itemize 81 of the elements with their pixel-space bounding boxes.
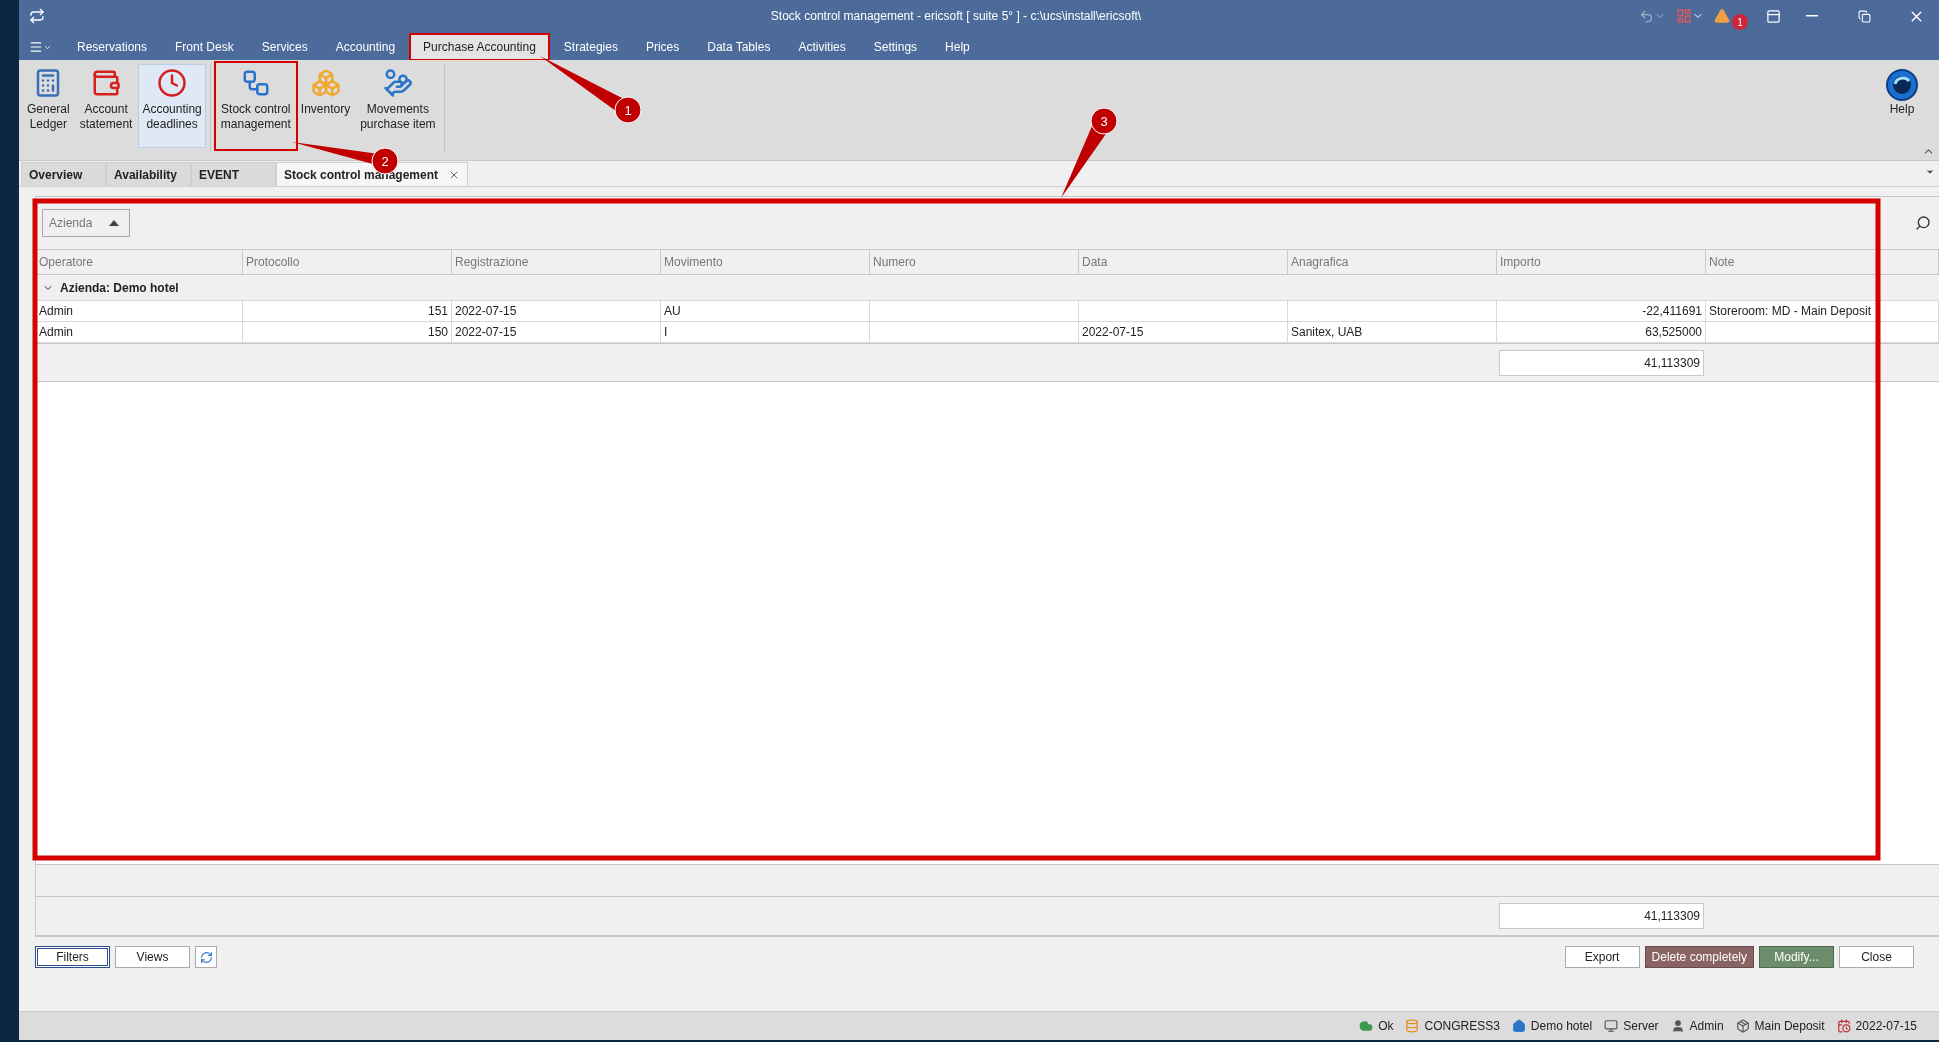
footer-button[interactable]: Delete completely (1644, 946, 1754, 968)
column-header[interactable]: Note (1706, 249, 1939, 275)
package-icon (1735, 1019, 1750, 1033)
footer-button[interactable]: Modify... (1759, 946, 1834, 968)
ribbon-button[interactable]: Stock control management (216, 64, 295, 148)
menu-tab[interactable]: Front Desk (162, 34, 247, 60)
table-cell: 63,525000 (1497, 322, 1706, 343)
menu-tab[interactable]: Accounting (322, 34, 409, 60)
ribbon-button[interactable]: Inventory (296, 64, 355, 148)
ribbon-button[interactable]: Accounting deadlines (138, 64, 206, 148)
notification-badge: 1 (1732, 14, 1748, 30)
restore-icon (1857, 9, 1871, 23)
refresh-button[interactable] (195, 946, 217, 968)
window-title: Stock control management - ericsoft [ suite 5° ] - c:\ucs\install\ericsoft\ (769, 9, 1143, 23)
column-header[interactable]: Operatore (36, 249, 243, 275)
table-cell: AU (661, 301, 870, 322)
table-cell: 2022-07-15 (452, 322, 661, 343)
menu-tab[interactable]: Settings (860, 34, 931, 60)
boxes-icon (310, 68, 341, 98)
footer-button[interactable]: Export (1564, 946, 1640, 968)
document-tab[interactable]: EVENT (191, 162, 276, 186)
table-cell: 150 (243, 322, 452, 343)
group-label: Azienda: Demo hotel (60, 280, 179, 295)
ribbon-button[interactable]: Movements purchase item (356, 64, 440, 148)
cloud-icon (1359, 1019, 1374, 1033)
status-text: Demo hotel (1530, 1019, 1593, 1033)
column-header[interactable]: Protocollo (243, 249, 452, 275)
warning-icon[interactable] (1712, 6, 1732, 26)
refresh-icon (199, 950, 213, 964)
footer-button[interactable]: Views (115, 946, 190, 968)
table-cell: Admin (36, 322, 243, 343)
app-logo-icon (29, 8, 45, 24)
menu-tab[interactable]: Data Tables (694, 34, 784, 60)
column-header[interactable]: Numero (870, 249, 1079, 275)
database-icon (1405, 1019, 1420, 1033)
table-cell: 151 (243, 301, 452, 322)
status-text: 2022-07-15 (1855, 1019, 1917, 1033)
sort-up-icon (109, 220, 119, 226)
menu-tab[interactable]: Reservations (64, 34, 161, 60)
tab-menu-icon[interactable] (1925, 167, 1935, 177)
help-globe-icon (1885, 68, 1919, 102)
footer-button[interactable]: Close (1839, 946, 1914, 968)
table-cell: Sanitex, UAB (1288, 322, 1497, 343)
group-by-chip[interactable]: Azienda (42, 209, 130, 237)
footer-button[interactable]: Filters (35, 946, 110, 968)
column-header[interactable]: Importo (1497, 249, 1706, 275)
grand-total: 41,113309 (1499, 903, 1704, 929)
status-text: Admin (1689, 1019, 1724, 1033)
menu-tab[interactable]: Purchase Accounting (410, 34, 549, 60)
column-header[interactable]: Registrazione (452, 249, 661, 275)
table-cell: -22,411691 (1497, 301, 1706, 322)
clock-icon (157, 68, 188, 98)
status-text: Server (1623, 1019, 1659, 1033)
menu-tab[interactable]: Services (248, 34, 321, 60)
table-cell: Admin (36, 301, 243, 322)
column-header[interactable]: Anagrafica (1288, 249, 1497, 275)
minimize-icon (1806, 15, 1818, 17)
table-cell: 2022-07-15 (1079, 322, 1288, 343)
search-icon[interactable] (1915, 215, 1931, 231)
menu-tab[interactable]: Activities (785, 34, 859, 60)
home-icon (1511, 1019, 1526, 1033)
menu-tab[interactable]: Help (932, 34, 983, 60)
group-total: 41,113309 (1499, 349, 1704, 376)
hand-coins-icon (382, 68, 413, 98)
status-text: Ok (1378, 1019, 1394, 1033)
column-header[interactable]: Data (1079, 249, 1288, 275)
table-cell: Storeroom: MD - Main Deposit (1706, 301, 1939, 322)
column-header[interactable]: Movimento (661, 249, 870, 275)
user-icon (1670, 1019, 1685, 1033)
document-tab[interactable]: Overview (21, 162, 106, 186)
table-cell: 2022-07-15 (452, 301, 661, 322)
status-text: CONGRESS3 (1424, 1019, 1500, 1033)
help-button[interactable]: Help (1881, 64, 1923, 124)
ribbon-button[interactable]: General Ledger (23, 64, 74, 148)
document-tab[interactable]: Availability (106, 162, 191, 186)
table-cell: I (661, 322, 870, 343)
wallet-icon (91, 68, 122, 98)
monitor-icon (1604, 1019, 1619, 1033)
status-text: Main Deposit (1754, 1019, 1825, 1033)
calendar-icon (1836, 1019, 1851, 1033)
ribbon-button[interactable]: Account statement (75, 64, 137, 148)
